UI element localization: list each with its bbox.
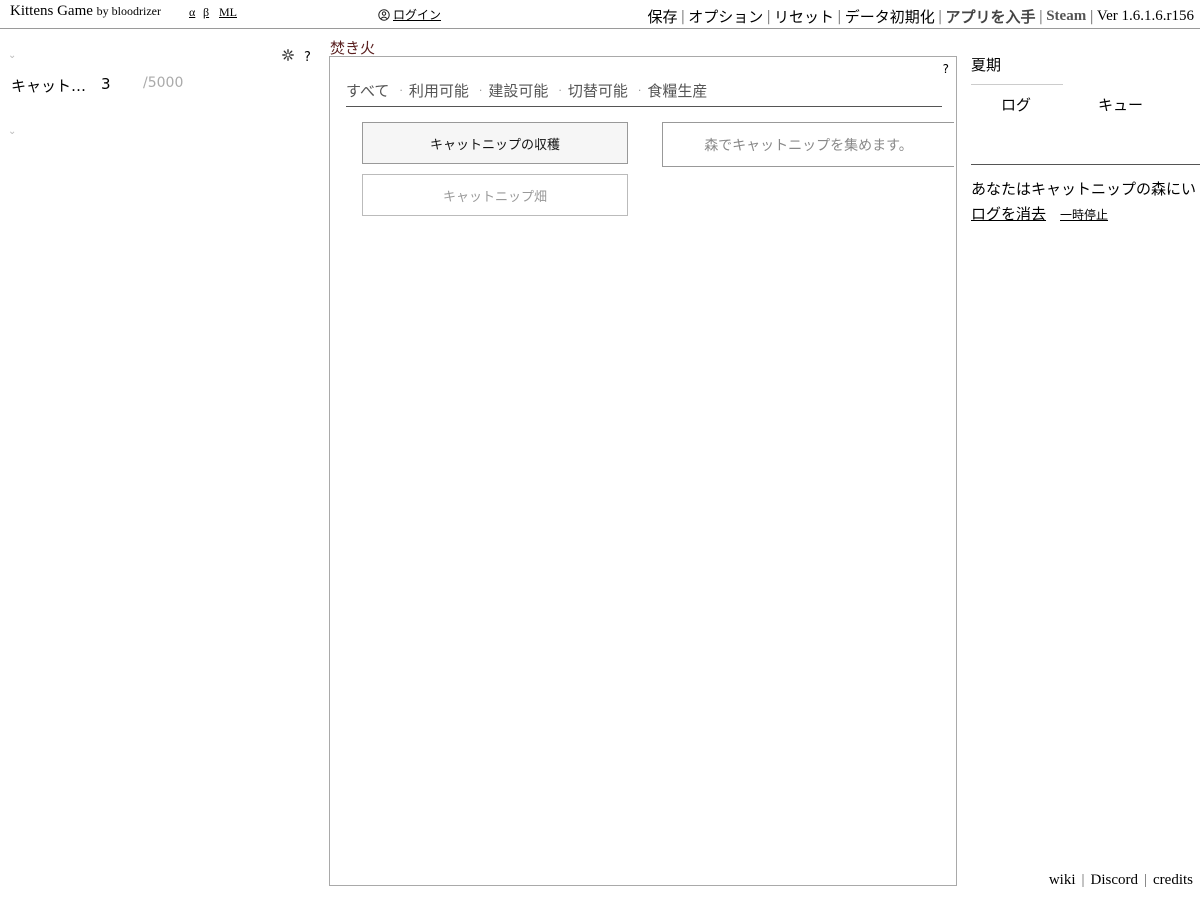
reset-button[interactable]: リセット bbox=[771, 6, 837, 27]
credits-link[interactable]: credits bbox=[1153, 872, 1193, 889]
footer-separator: | bbox=[1081, 872, 1085, 888]
filter-separator: · bbox=[399, 84, 403, 97]
alpha-version-link[interactable]: α bbox=[189, 5, 195, 20]
ml-version-link[interactable]: ML bbox=[219, 5, 237, 20]
bonfire-panel: ? すべて · 利用可能 · 建設可能 · 切替可能 · 食糧生産 キャットニッ… bbox=[329, 56, 957, 886]
gear-icon[interactable] bbox=[282, 49, 294, 65]
login-area[interactable]: ログイン bbox=[378, 6, 441, 23]
catnip-field-button[interactable]: キャットニップ畑 bbox=[362, 174, 628, 216]
filter-available[interactable]: 利用可能 bbox=[409, 80, 469, 101]
filter-buildable[interactable]: 建設可能 bbox=[488, 80, 548, 101]
login-link[interactable]: ログイン bbox=[393, 6, 441, 23]
divider bbox=[971, 84, 1063, 85]
filter-separator: · bbox=[637, 84, 642, 97]
wipe-data-button[interactable]: データ初期化 bbox=[842, 6, 938, 27]
tab-queue[interactable]: キュー bbox=[1098, 94, 1143, 115]
log-message: あなたはキャットニップの森にい bbox=[971, 180, 1197, 198]
tab-log[interactable]: ログ bbox=[1001, 94, 1031, 115]
top-bar: Kittens Game by bloodrizer α β ML ログイン 保… bbox=[0, 0, 1200, 29]
filter-food-production[interactable]: 食糧生産 bbox=[647, 80, 707, 101]
footer-links: wiki | Discord | credits bbox=[1049, 872, 1193, 889]
filter-all[interactable]: すべて bbox=[346, 80, 389, 101]
footer-separator: | bbox=[1144, 872, 1148, 888]
game-title-text: Kittens Game bbox=[10, 3, 93, 19]
filter-togglable[interactable]: 切替可能 bbox=[568, 80, 628, 101]
harvest-catnip-button[interactable]: キャットニップの収穫 bbox=[362, 122, 628, 164]
game-author: by bloodrizer bbox=[96, 4, 161, 18]
resource-row: キャット… 3 /5000 bbox=[11, 75, 183, 96]
pause-link[interactable]: 一時停止 bbox=[1060, 206, 1108, 223]
chevron-down-icon[interactable]: ⌄ bbox=[8, 126, 16, 137]
panel-title: 焚き火 bbox=[330, 39, 376, 57]
discord-link[interactable]: Discord bbox=[1091, 872, 1139, 889]
filter-separator: · bbox=[478, 84, 483, 97]
clear-log-link[interactable]: ログを消去 bbox=[971, 203, 1046, 224]
building-filter-tabs: すべて · 利用可能 · 建設可能 · 切替可能 · 食糧生産 bbox=[346, 75, 942, 107]
season-label: 夏期 bbox=[971, 56, 1002, 74]
get-app-link[interactable]: アプリを入手 bbox=[942, 6, 1038, 27]
resource-max: /5000 bbox=[143, 75, 184, 91]
game-title: Kittens Game by bloodrizer bbox=[10, 3, 161, 20]
wiki-link[interactable]: wiki bbox=[1049, 872, 1076, 889]
divider bbox=[971, 164, 1200, 165]
user-icon bbox=[378, 8, 390, 21]
beta-version-link[interactable]: β bbox=[203, 5, 209, 20]
options-button[interactable]: オプション bbox=[685, 6, 766, 27]
resource-help-button[interactable]: ? bbox=[304, 50, 311, 65]
save-button[interactable]: 保存 bbox=[645, 6, 681, 27]
resource-name[interactable]: キャット… bbox=[11, 75, 101, 96]
top-menu: 保存 | オプション | リセット | データ初期化 | アプリを入手 | St… bbox=[645, 6, 1194, 27]
version-label: Ver 1.6.1.6.r156 bbox=[1096, 8, 1194, 24]
button-tooltip: 森でキャットニップを集めます。 bbox=[662, 122, 954, 167]
resource-tools: ? bbox=[282, 49, 311, 65]
filter-separator: · bbox=[558, 84, 562, 97]
panel-help-button[interactable]: ? bbox=[943, 62, 949, 76]
steam-link[interactable]: Steam bbox=[1043, 8, 1089, 25]
resource-amount: 3 bbox=[101, 75, 111, 93]
chevron-down-icon[interactable]: ⌄ bbox=[8, 50, 16, 61]
